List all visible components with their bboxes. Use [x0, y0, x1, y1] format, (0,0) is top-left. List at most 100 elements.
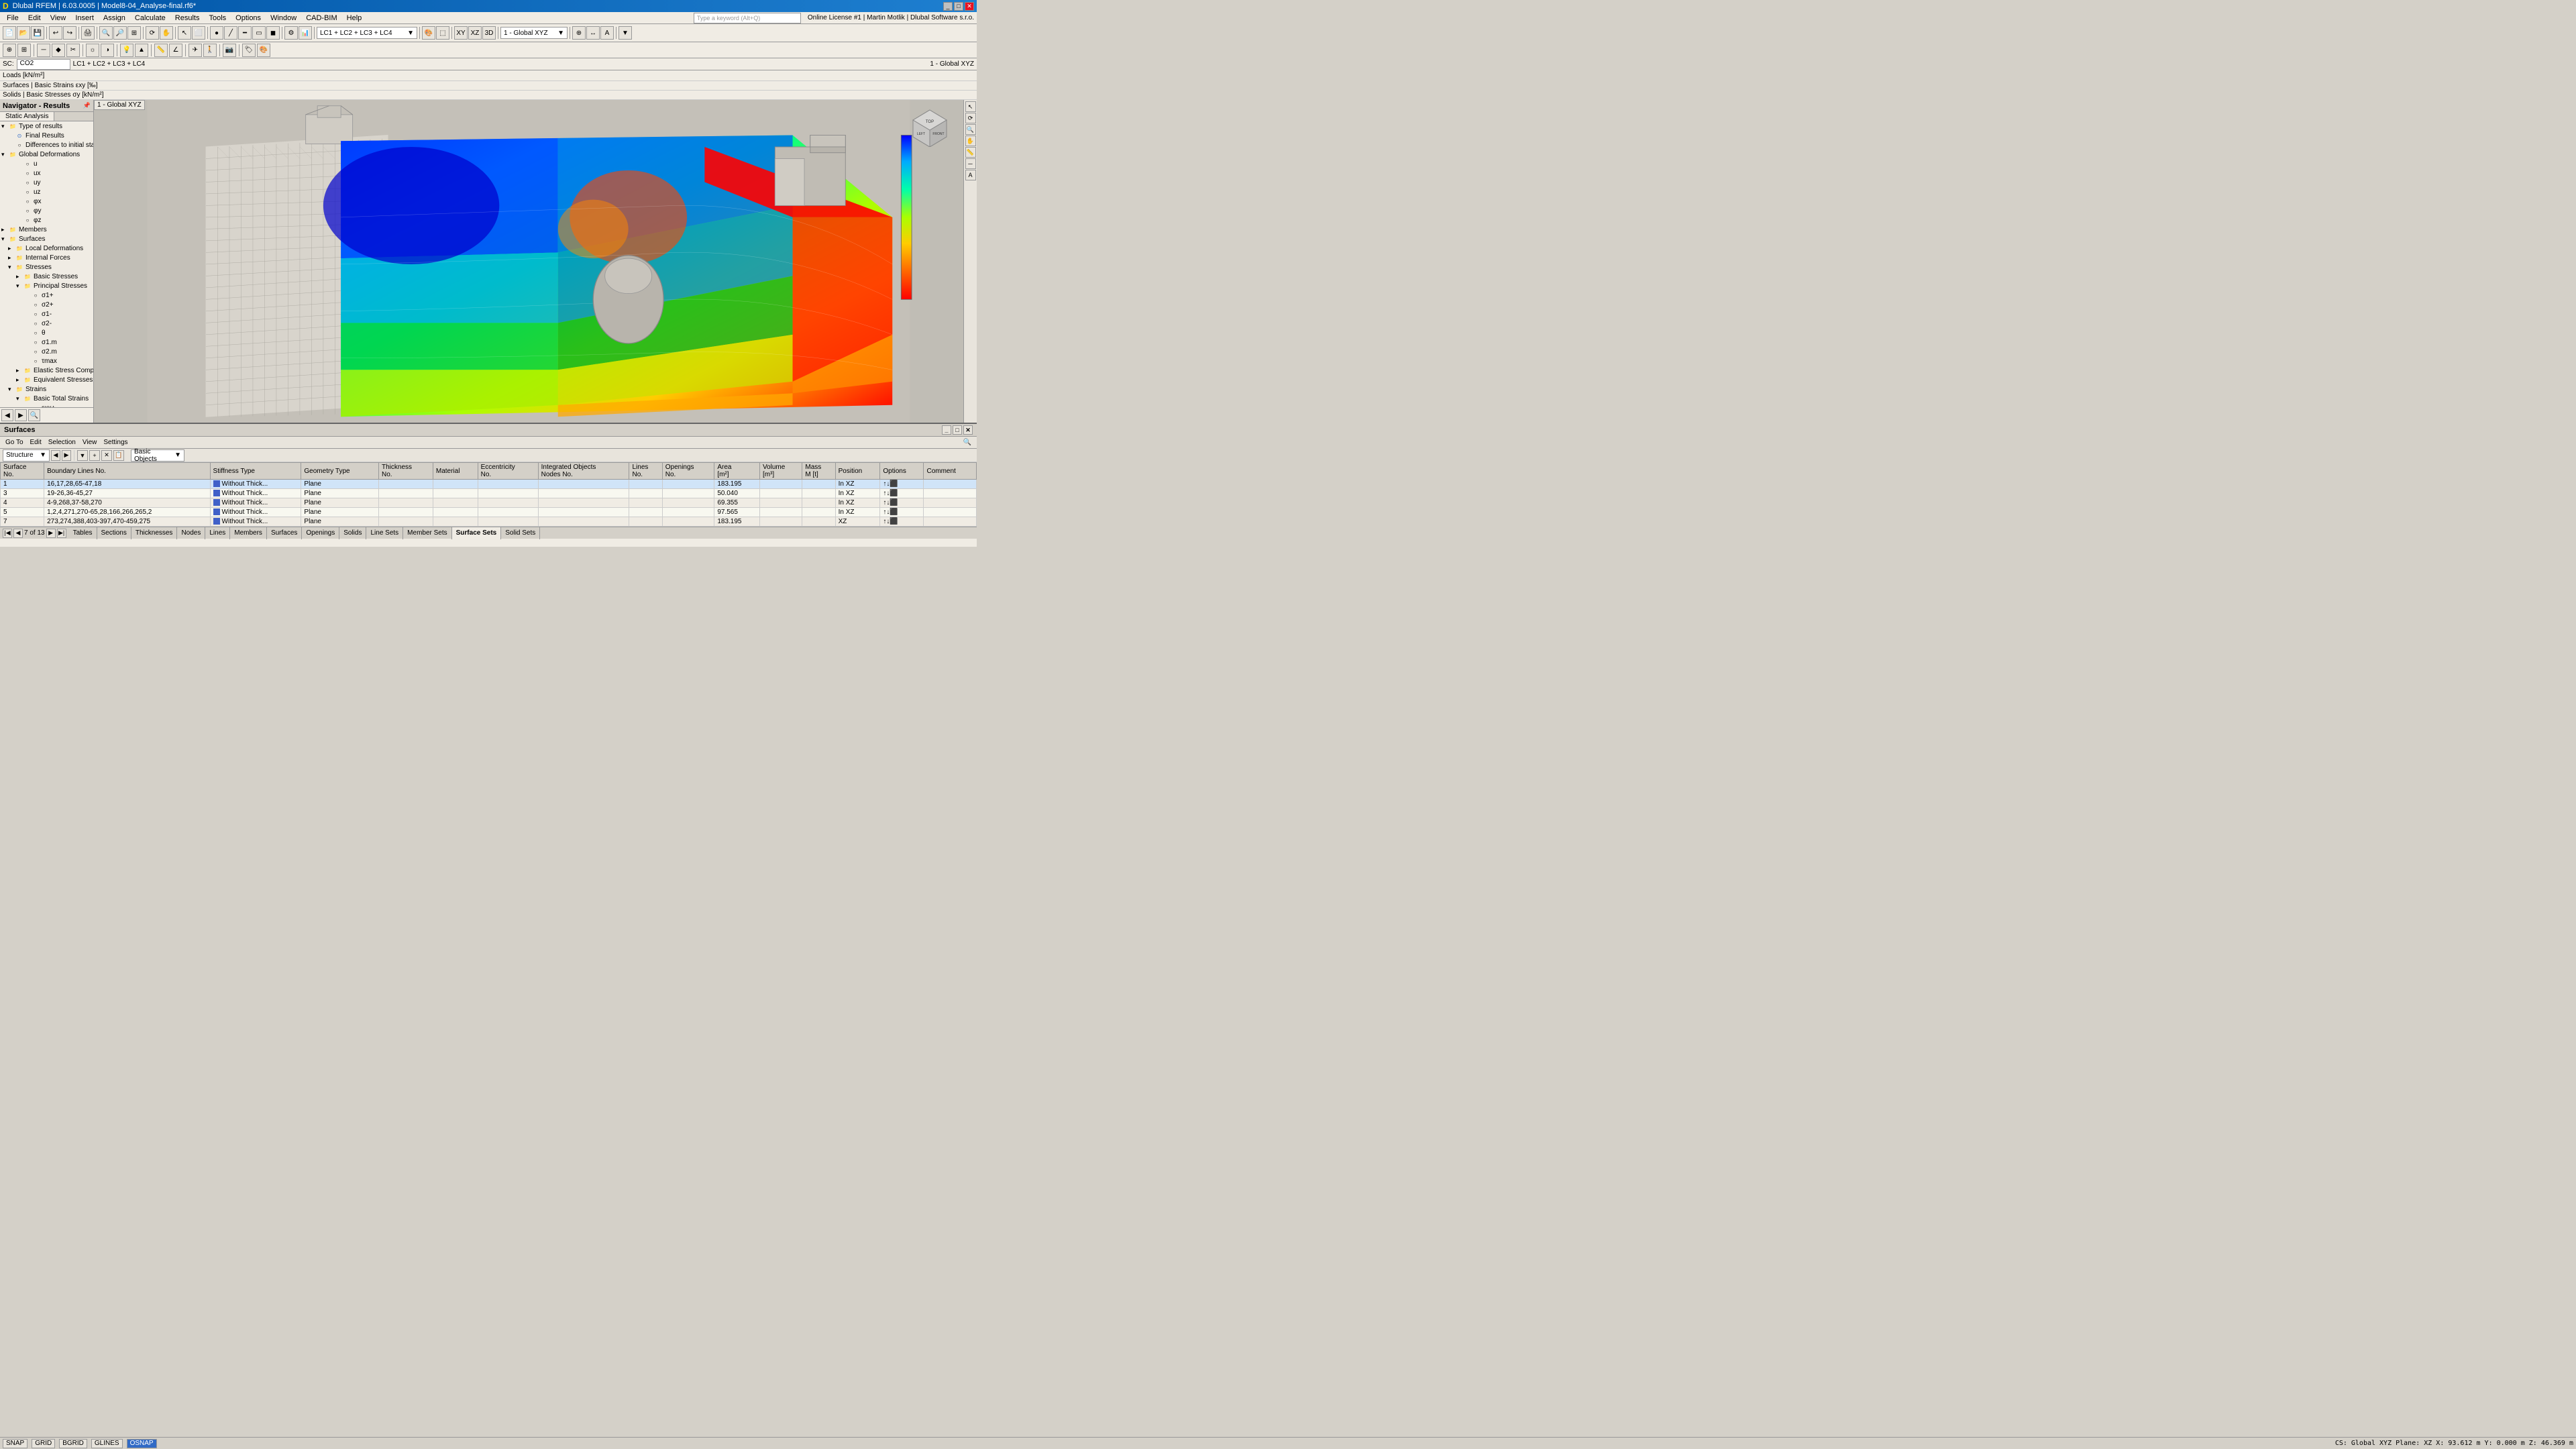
tree-sigma2p[interactable]: ○ σ2+	[0, 300, 93, 309]
rt-rotate[interactable]: ⟳	[965, 113, 976, 123]
results-table-wrapper[interactable]: SurfaceNo. Boundary Lines No. Stiffness …	[0, 462, 977, 527]
results-bottom-tabs[interactable]: |◀ ◀ 7 of 13 ▶ ▶| Tables Sections Thickn…	[0, 527, 977, 539]
page-last[interactable]: ▶|	[57, 529, 66, 538]
tab-line-sets[interactable]: Line Sets	[366, 527, 403, 539]
exp16[interactable]: ▾	[16, 282, 23, 290]
section-btn[interactable]: ─	[37, 44, 50, 57]
menu-assign[interactable]: Assign	[99, 13, 129, 23]
snap2-btn[interactable]: ⊕	[3, 44, 16, 57]
render-btn[interactable]: 🎨	[422, 26, 435, 40]
menu-calculate[interactable]: Calculate	[131, 13, 170, 23]
view-3d[interactable]: 3D	[482, 26, 496, 40]
pan-btn[interactable]: ✋	[160, 26, 173, 40]
exp15[interactable]: ▸	[16, 273, 23, 280]
screenshot-btn[interactable]: 📷	[223, 44, 236, 57]
exp28[interactable]: ▾	[16, 395, 23, 402]
res-filter[interactable]: ▼	[77, 450, 88, 461]
menu-view[interactable]: View	[46, 13, 70, 23]
tree-uz[interactable]: ○ uz	[0, 187, 93, 197]
exp13[interactable]: ▸	[8, 254, 15, 262]
lc-dropdown[interactable]: LC1 + LC2 + LC3 + LC4 ▼	[317, 27, 417, 39]
tree-internal-forces[interactable]: ▸ 📁 Internal Forces	[0, 253, 93, 262]
nav-search-btn[interactable]: 🔍	[28, 409, 40, 421]
tab-solid-sets[interactable]: Solid Sets	[501, 527, 540, 539]
label-btn[interactable]: 🏷	[242, 44, 256, 57]
select-btn[interactable]: ↖	[178, 26, 191, 40]
new-btn[interactable]: 📄	[3, 26, 16, 40]
res-prev[interactable]: ◀	[51, 450, 60, 461]
col-geometry[interactable]: Geometry Type	[301, 463, 379, 480]
tree-phiy[interactable]: ○ φy	[0, 206, 93, 215]
tree-strains[interactable]: ▾ 📁 Strains	[0, 384, 93, 394]
zoom-out[interactable]: 🔎	[113, 26, 127, 40]
navigator-tabs[interactable]: Static Analysis	[0, 112, 93, 121]
grid-btn[interactable]: ⊞	[17, 44, 31, 57]
col-comment[interactable]: Comment	[924, 463, 977, 480]
res-add[interactable]: +	[89, 450, 100, 461]
tab-surfaces[interactable]: Surfaces	[267, 527, 302, 539]
page-next[interactable]: ▶	[46, 529, 56, 538]
res-view[interactable]: View	[80, 438, 100, 447]
tree-local-deform[interactable]: ▸ 📁 Local Deformations	[0, 244, 93, 253]
res-del[interactable]: ✕	[101, 450, 112, 461]
light-btn[interactable]: 💡	[120, 44, 133, 57]
minimize-button[interactable]: _	[943, 2, 953, 11]
table-row[interactable]: 44-9,268,37-58,270Without Thick...Plane6…	[1, 498, 977, 508]
nav-next-btn[interactable]: ▶	[15, 409, 27, 421]
col-material[interactable]: Material	[433, 463, 478, 480]
tree-global-deform[interactable]: ▾ 📁 Global Deformations	[0, 150, 93, 159]
res-goto[interactable]: Go To	[3, 438, 26, 447]
wire-btn[interactable]: ⬚	[436, 26, 449, 40]
col-openings[interactable]: OpeningsNo.	[662, 463, 714, 480]
col-stiffness[interactable]: Stiffness Type	[210, 463, 301, 480]
col-mass[interactable]: MassM [t]	[802, 463, 835, 480]
menu-window[interactable]: Window	[266, 13, 301, 23]
col-volume[interactable]: Volume[m³]	[759, 463, 802, 480]
tree-u[interactable]: ○ u	[0, 159, 93, 168]
menu-options[interactable]: Options	[231, 13, 265, 23]
structure-dropdown[interactable]: Structure ▼	[3, 449, 50, 462]
tab-thicknesses[interactable]: Thicknesses	[131, 527, 178, 539]
tree-phix[interactable]: ○ φx	[0, 197, 93, 206]
co2-combo[interactable]: CO2	[17, 59, 70, 70]
tree-sigma2m2[interactable]: ○ σ2.m	[0, 347, 93, 356]
col-surface-no[interactable]: SurfaceNo.	[1, 463, 44, 480]
expand-icon[interactable]: ▾	[1, 123, 8, 130]
menu-results[interactable]: Results	[171, 13, 204, 23]
page-prev[interactable]: ◀	[13, 529, 23, 538]
res-next[interactable]: ▶	[62, 450, 71, 461]
title-bar-controls[interactable]: _ □ ✕	[943, 2, 974, 11]
results-header-controls[interactable]: _ □ ✕	[942, 425, 973, 435]
tree-sigma2m[interactable]: ○ σ2-	[0, 319, 93, 328]
calc-btn[interactable]: ⚙	[284, 26, 298, 40]
menu-tools[interactable]: Tools	[205, 13, 230, 23]
exp12[interactable]: ▸	[8, 245, 15, 252]
tree-basic-stresses[interactable]: ▸ 📁 Basic Stresses	[0, 272, 93, 281]
nav-prev-btn[interactable]: ◀	[1, 409, 13, 421]
angle-btn[interactable]: ∠	[169, 44, 182, 57]
keyword-search[interactable]: Type a keyword (Alt+Q)	[694, 13, 801, 23]
xray-btn[interactable]: ☼	[86, 44, 99, 57]
tree-final-results[interactable]: ⊙ Final Results	[0, 131, 93, 140]
nav-tab-static[interactable]: Static Analysis	[0, 112, 54, 121]
filter-btn[interactable]: ▼	[619, 26, 632, 40]
nav-cube[interactable]: TOP FRONT LEFT	[910, 107, 950, 147]
node-btn[interactable]: ●	[210, 26, 223, 40]
basic-objects-dropdown[interactable]: Basic Objects ▼	[131, 449, 184, 462]
solid-btn[interactable]: ◼	[266, 26, 280, 40]
page-first[interactable]: |◀	[3, 529, 12, 538]
status-osnap[interactable]: OSNAP	[127, 1439, 157, 1448]
status-bgrid[interactable]: BGRID	[59, 1439, 87, 1448]
rt-anno[interactable]: A	[965, 170, 976, 180]
tree-sigma1m[interactable]: ○ σ1-	[0, 309, 93, 319]
snap-btn[interactable]: ⊕	[572, 26, 586, 40]
walk-btn[interactable]: 🚶	[203, 44, 217, 57]
col-lines[interactable]: LinesNo.	[629, 463, 662, 480]
exp25[interactable]: ▸	[16, 367, 23, 374]
rt-section[interactable]: ─	[965, 158, 976, 169]
tree-tmax[interactable]: ○ τmax	[0, 356, 93, 366]
col-options[interactable]: Options	[880, 463, 924, 480]
tab-solids[interactable]: Solids	[339, 527, 366, 539]
results-maximize[interactable]: □	[953, 425, 962, 435]
box-select[interactable]: ⬜	[192, 26, 205, 40]
